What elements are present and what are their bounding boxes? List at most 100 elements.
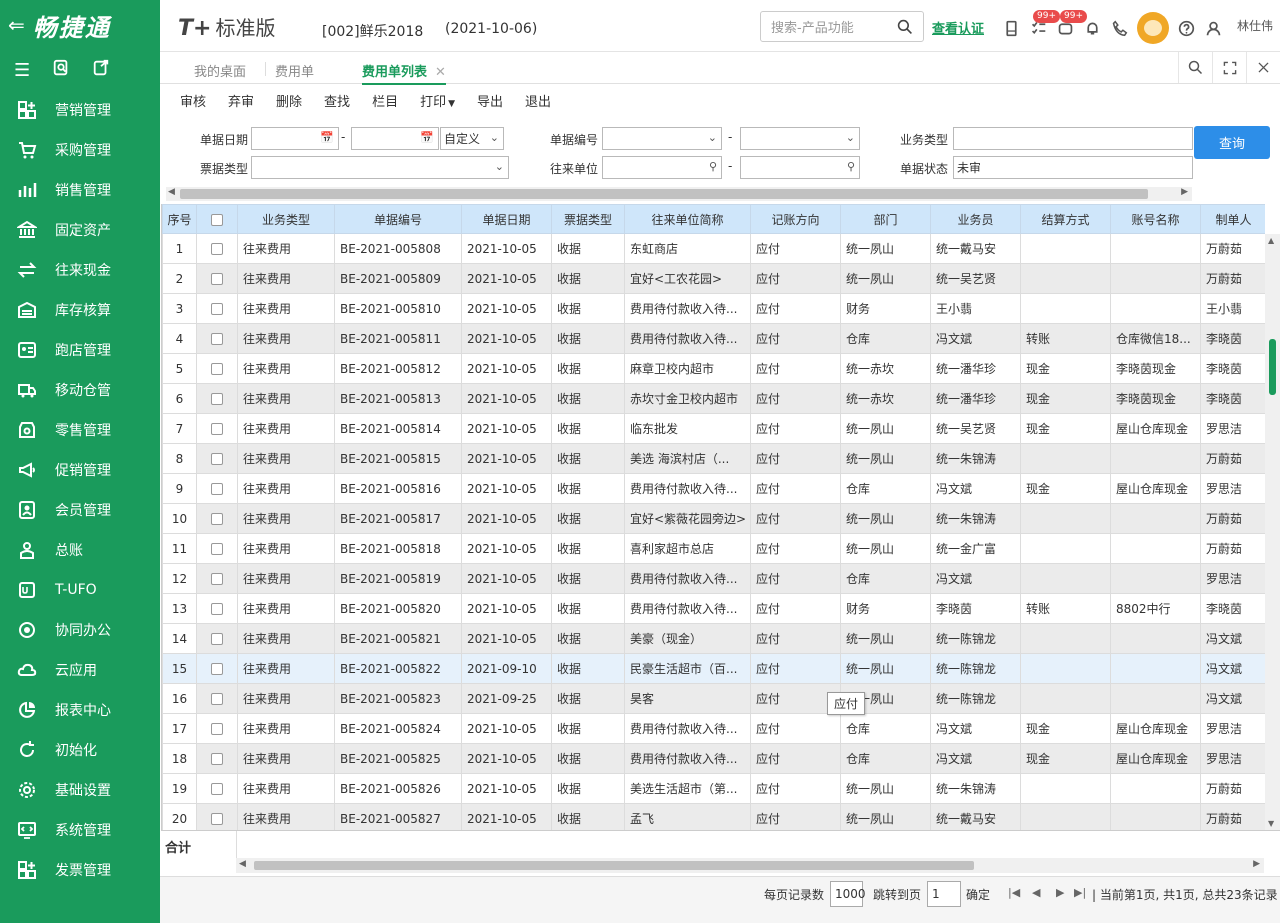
search-icon[interactable] [897,19,913,35]
filter-scrollbar[interactable]: ◀ ▶ [166,187,1192,201]
sidebar-item-15[interactable]: 报表中心 [0,690,160,730]
table-row[interactable]: 4 往来费用 BE-2021-005811 2021-10-05 收据 费用待付款收入待.… [162,323,1265,354]
page-search-icon[interactable] [1178,52,1212,83]
table-row[interactable]: 10 往来费用 BE-2021-005817 2021-10-05 收据 宜好<紫薇花园旁… [162,503,1265,534]
code-end-select[interactable]: ⌄ [740,127,860,150]
phone-device-icon[interactable] [998,14,1025,42]
prev-page-icon[interactable]: ◀ [1032,886,1040,899]
row-checkbox[interactable] [211,453,223,465]
column-header[interactable]: 票据类型 [551,204,625,234]
row-checkbox[interactable] [211,543,223,555]
sidebar-item-18[interactable]: 系统管理 [0,810,160,850]
row-checkbox[interactable] [211,753,223,765]
column-header[interactable]: 序号 [162,204,197,234]
table-row[interactable]: 11 往来费用 BE-2021-005818 2021-10-05 收据 喜利家超市总店应… [162,533,1265,564]
row-checkbox[interactable] [211,423,223,435]
row-checkbox[interactable] [211,603,223,615]
scroll-up-icon[interactable]: ▲ [1268,236,1274,245]
menu-icon[interactable]: ☰ [14,60,30,81]
row-checkbox-cell[interactable] [196,683,238,714]
column-header[interactable]: 业务员 [930,204,1021,234]
column-header[interactable]: 单据日期 [461,204,552,234]
table-row[interactable]: 1 往来费用 BE-2021-005808 2021-10-05 收据 东虹商店 应付 统一夙… [162,233,1265,264]
row-checkbox[interactable] [211,273,223,285]
last-page-icon[interactable]: ▶| [1074,886,1086,899]
partner-start-input[interactable]: ⚲ [602,156,722,179]
approve-button[interactable]: 审核 [180,91,206,110]
column-header[interactable]: 记账方向 [750,204,841,234]
exit-button[interactable]: 退出 [525,91,551,110]
user-icon[interactable] [1200,14,1227,42]
print-button[interactable]: 打印 ▼ [420,91,455,110]
row-checkbox[interactable] [211,783,223,795]
column-header[interactable]: 部门 [840,204,931,234]
scroll-thumb[interactable] [180,189,1148,199]
export-button[interactable]: 导出 [477,91,503,110]
scroll-right-icon[interactable]: ▶ [1253,859,1260,869]
sidebar-item-10[interactable]: 会员管理 [0,490,160,530]
unapprove-button[interactable]: 弃审 [228,91,254,110]
sidebar-item-17[interactable]: 基础设置 [0,770,160,810]
table-row[interactable]: 19 往来费用 BE-2021-005826 2021-10-05 收据 美选生活超市（第… [162,773,1265,804]
task-icon[interactable]: 99+ [1025,10,1060,42]
table-row[interactable]: 3 往来费用 BE-2021-005810 2021-10-05 收据 费用待付款收入待.… [162,293,1265,324]
column-header[interactable]: 业务类型 [237,204,335,234]
next-page-icon[interactable]: ▶ [1056,886,1064,899]
table-row[interactable]: 5 往来费用 BE-2021-005812 2021-10-05 收据 麻章卫校内超市 应付… [162,353,1265,384]
row-checkbox-cell[interactable] [196,503,238,534]
table-row[interactable]: 12 往来费用 BE-2021-005819 2021-10-05 收据 费用待付款收入待… [162,563,1265,594]
back-arrow-icon[interactable]: ⇐ [8,13,25,37]
sidebar-item-12[interactable]: T-UFO [0,570,160,610]
row-checkbox-cell[interactable] [196,323,238,354]
sidebar-item-8[interactable]: 零售管理 [0,410,160,450]
sidebar-item-7[interactable]: 移动仓管 [0,370,160,410]
search-icon[interactable]: ⚲ [847,160,855,173]
table-row[interactable]: 18 往来费用 BE-2021-005825 2021-10-05 收据 费用待付款收入待… [162,743,1265,774]
table-row[interactable]: 13 往来费用 BE-2021-005820 2021-10-05 收据 费用待付款收入待… [162,593,1265,624]
sidebar-item-1[interactable]: 采购管理 [0,130,160,170]
row-checkbox[interactable] [211,363,223,375]
column-header[interactable]: 制单人 [1200,204,1265,234]
row-checkbox-cell[interactable] [196,803,238,830]
row-checkbox-cell[interactable] [196,773,238,804]
search-doc-icon[interactable] [52,59,70,82]
table-row[interactable]: 6 往来费用 BE-2021-005813 2021-10-05 收据 赤坎寸金卫校内超市… [162,383,1265,414]
fullscreen-icon[interactable] [1212,52,1246,83]
row-checkbox[interactable] [211,633,223,645]
sidebar-item-11[interactable]: 总账 [0,530,160,570]
row-checkbox[interactable] [211,483,223,495]
mascot-avatar[interactable] [1137,12,1169,44]
export-doc-icon[interactable] [92,59,110,82]
bell-icon[interactable] [1079,14,1106,42]
table-hscrollbar[interactable]: ◀ ▶ [236,858,1264,873]
tab-close-icon[interactable]: ✕ [435,65,446,80]
sidebar-item-6[interactable]: 跑店管理 [0,330,160,370]
close-page-icon[interactable] [1246,52,1280,83]
date-end-input[interactable]: 📅 [351,127,439,150]
row-checkbox-cell[interactable] [196,653,238,684]
row-checkbox-cell[interactable] [196,533,238,564]
select-all-checkbox-cell[interactable] [196,204,238,234]
row-checkbox-cell[interactable] [196,383,238,414]
date-mode-select[interactable]: 自定义 ⌄ [440,127,504,150]
scroll-left-icon[interactable]: ◀ [239,859,246,869]
username[interactable]: 林仕伟 [1237,17,1273,34]
scroll-down-icon[interactable]: ▼ [1268,819,1274,828]
sidebar-item-5[interactable]: 库存核算 [0,290,160,330]
status-input[interactable]: 未审 [953,156,1193,179]
row-checkbox-cell[interactable] [196,263,238,294]
row-checkbox[interactable] [211,393,223,405]
row-checkbox-cell[interactable] [196,563,238,594]
row-checkbox[interactable] [211,693,223,705]
table-row[interactable]: 7 往来费用 BE-2021-005814 2021-10-05 收据 临东批发 应付 统一夙… [162,413,1265,444]
per-page-input[interactable]: 1000 [830,881,866,907]
column-header[interactable]: 往来单位简称 [624,204,751,234]
column-header[interactable]: 单据编号 [334,204,462,234]
sidebar-item-3[interactable]: 固定资产 [0,210,160,250]
tab-expense-form[interactable]: 费用单 [275,61,314,80]
row-checkbox[interactable] [211,573,223,585]
row-checkbox-cell[interactable] [196,293,238,324]
tab-desktop[interactable]: 我的桌面 [194,61,246,80]
table-row[interactable]: 8 往来费用 BE-2021-005815 2021-10-05 收据 美选 海滨村店（.… [162,443,1265,474]
row-checkbox-cell[interactable] [196,623,238,654]
